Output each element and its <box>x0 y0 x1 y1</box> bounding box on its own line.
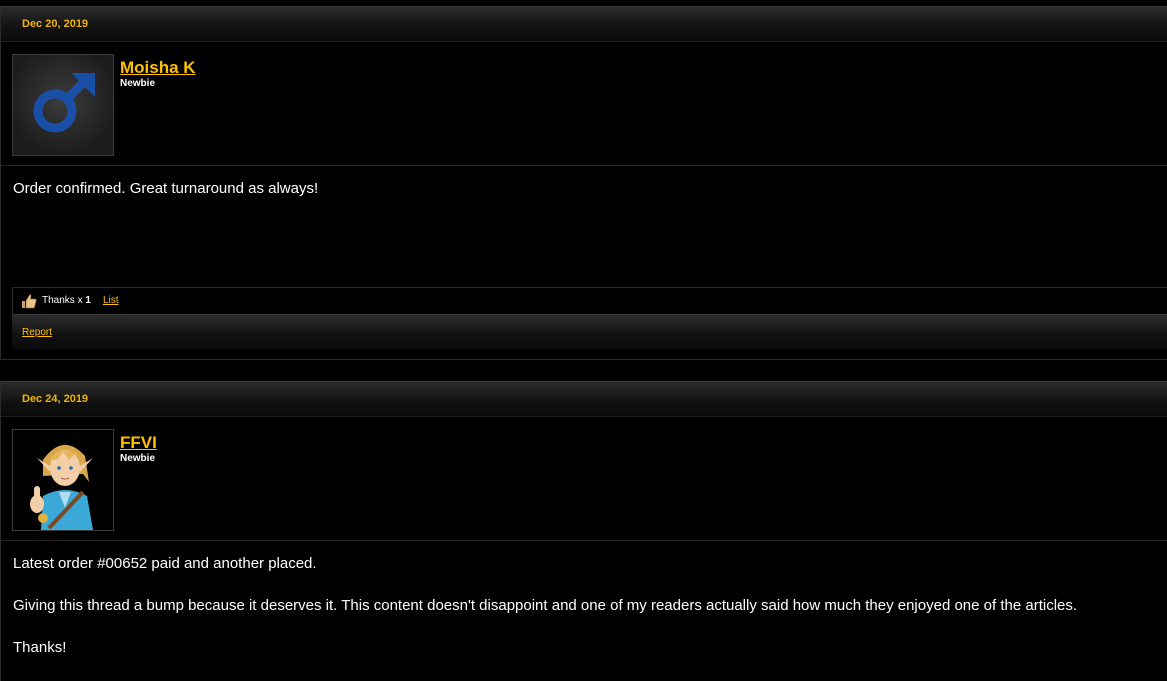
likes-count: 1 <box>85 295 91 306</box>
male-symbol-icon <box>33 73 95 133</box>
author-block: Moisha K Newbie <box>1 42 1167 166</box>
avatar[interactable] <box>12 54 114 156</box>
message-paragraph: Giving this thread a bump because it des… <box>13 597 1078 614</box>
post-header: Dec 20, 2019 <box>1 6 1167 42</box>
report-link[interactable]: Report <box>22 327 52 338</box>
message-paragraph: Latest order #00652 paid and another pla… <box>13 555 317 572</box>
thumbs-up-icon <box>22 294 37 309</box>
message-post: Dec 20, 2019 Moisha K Newbie Order confi… <box>0 6 1167 360</box>
link-character-avatar-icon <box>30 444 93 530</box>
post-header: Dec 24, 2019 <box>1 381 1167 417</box>
likes-summary: Thanks x 1 <box>42 295 91 306</box>
message-body: Latest order #00652 paid and another pla… <box>1 541 1167 658</box>
user-title: Newbie <box>120 453 156 464</box>
post-date[interactable]: Dec 20, 2019 <box>22 18 88 30</box>
user-title: Newbie <box>120 78 156 89</box>
message-paragraph: Order confirmed. Great turnaround as alw… <box>13 180 319 197</box>
post-date[interactable]: Dec 24, 2019 <box>22 393 88 405</box>
avatar[interactable] <box>12 429 114 531</box>
username-link[interactable]: FFVI <box>120 433 157 453</box>
likes-list-link[interactable]: List <box>103 295 119 306</box>
message-post: Dec 24, 2019 FFVI Newbie Latest order #0… <box>0 381 1167 681</box>
post-footer: Report <box>12 314 1167 349</box>
username-link[interactable]: Moisha K <box>120 58 196 78</box>
author-block: FFVI Newbie <box>1 417 1167 541</box>
message-body: Order confirmed. Great turnaround as alw… <box>1 166 1167 273</box>
message-paragraph: Thanks! <box>13 639 67 656</box>
likes-bar: Thanks x 1 List <box>12 287 1167 314</box>
